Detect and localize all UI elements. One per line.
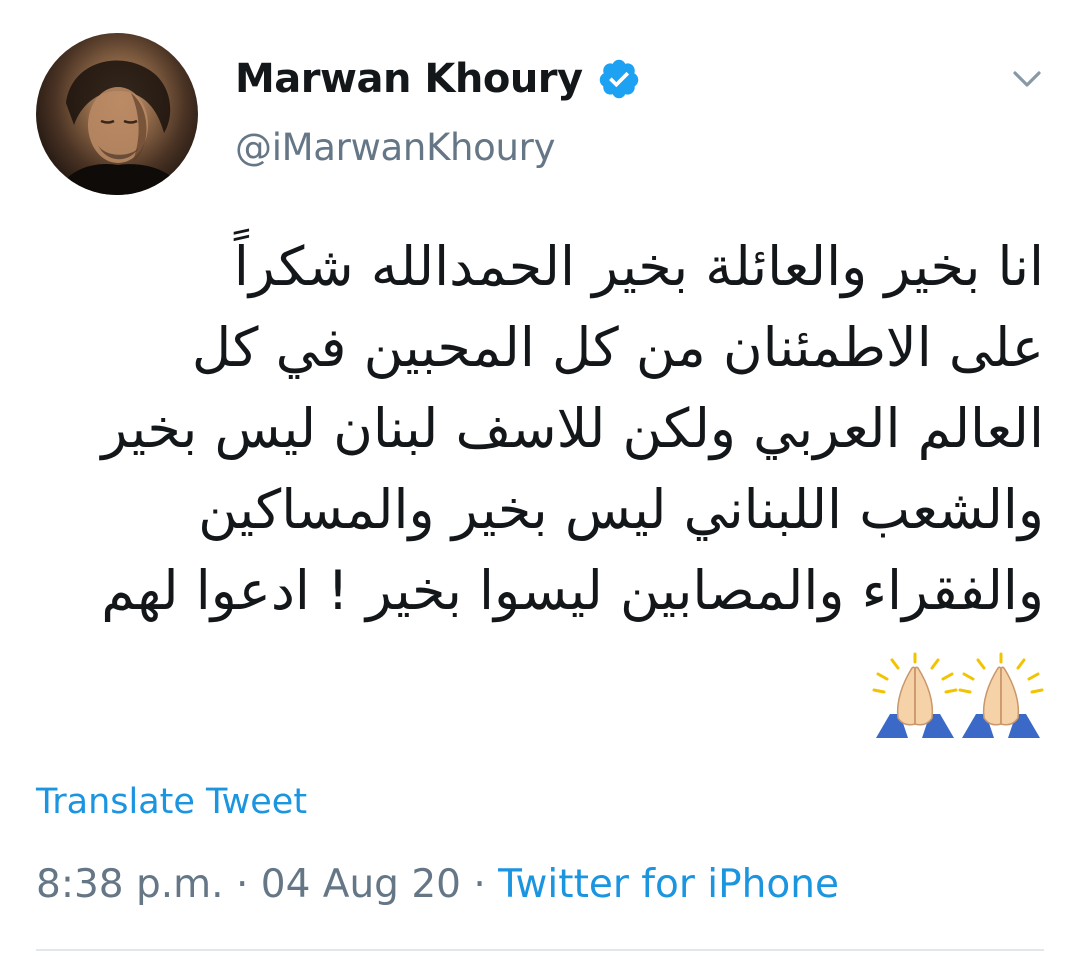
folded-hands-icon [872,652,958,738]
meta-separator: · [473,862,486,907]
translate-tweet-link[interactable]: Translate Tweet [36,782,307,822]
meta-separator: · [235,862,249,907]
verified-badge-icon [597,57,641,101]
divider [36,949,1044,951]
tweet-meta: 8:38 p.m. · 04 Aug 20 · Twitter for iPho… [36,862,839,907]
tweet-date[interactable]: 04 Aug 20 [261,862,461,907]
avatar[interactable] [36,33,198,195]
user-handle[interactable]: @iMarwanKhoury [235,126,935,169]
folded-hands-icon [958,652,1044,738]
display-name[interactable]: Marwan Khoury [235,56,583,102]
tweet-source-link[interactable]: Twitter for iPhone [498,862,839,907]
tweet-text: انا بخير والعائلة بخير الحمدالله شكراً ع… [101,235,1044,622]
tweet-header: Marwan Khoury @iMarwanKhoury [235,50,935,169]
emoji-row [872,652,1044,738]
chevron-down-icon[interactable] [1010,62,1044,96]
name-row: Marwan Khoury [235,50,935,108]
tweet-time[interactable]: 8:38 p.m. [36,862,224,907]
tweet-card: Marwan Khoury @iMarwanKhoury انا بخير وا… [0,0,1080,971]
